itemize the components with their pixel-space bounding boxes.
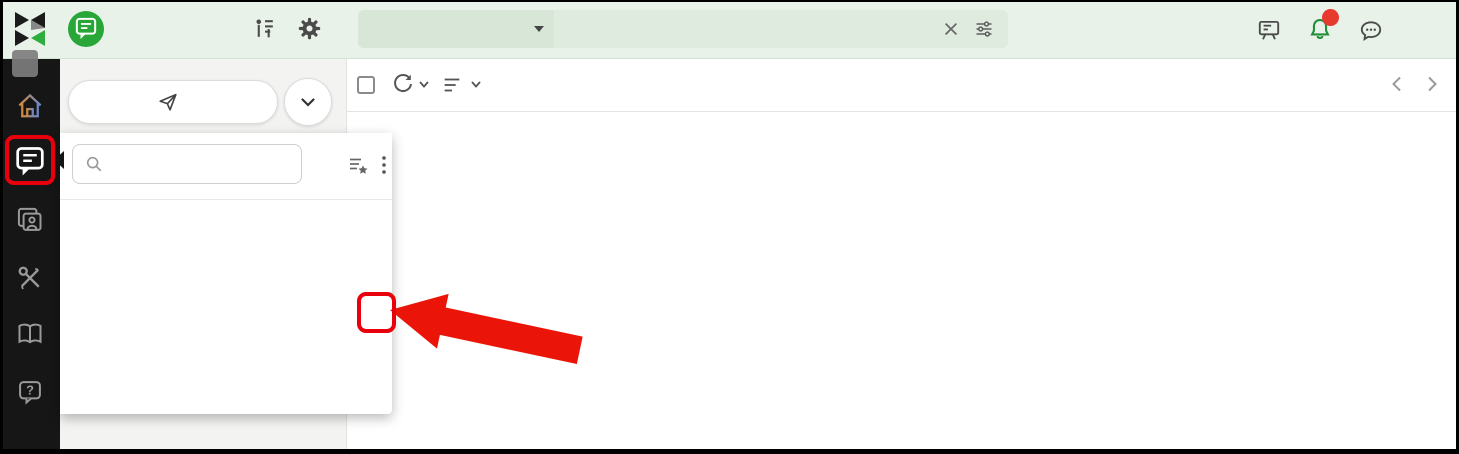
sidebar-item-contacts[interactable] <box>14 204 46 236</box>
sidebar-item-manual[interactable] <box>14 318 46 350</box>
inbox-scope-dropdown[interactable] <box>358 10 554 48</box>
chevron-down-icon[interactable] <box>419 81 429 88</box>
sidebar-item-portal[interactable] <box>14 90 46 122</box>
favorites-filter-icon[interactable] <box>348 155 368 180</box>
svg-text:?: ? <box>26 382 34 397</box>
chat-support-icon[interactable] <box>1358 18 1384 49</box>
current-inbox-icon <box>68 11 104 47</box>
sidebar-item-inbox[interactable] <box>14 146 46 178</box>
announcement-board-icon[interactable] <box>1256 17 1282 48</box>
inbox-switch-icon[interactable] <box>252 16 277 46</box>
notification-count-badge <box>1322 9 1339 26</box>
inbox-search-input[interactable] <box>113 155 277 174</box>
inbox-search-box[interactable] <box>72 144 302 184</box>
inbox-settings-gear-icon[interactable] <box>296 15 323 47</box>
select-all-checkbox[interactable] <box>357 76 375 94</box>
portal-tooltip <box>12 50 38 77</box>
next-page-icon[interactable] <box>1427 76 1438 97</box>
sidebar-item-help[interactable]: ? <box>14 376 46 408</box>
app-logo[interactable] <box>12 8 50 53</box>
search-filter-icon[interactable] <box>974 19 994 39</box>
clear-search-icon[interactable] <box>942 20 960 38</box>
inbox-drawer <box>60 133 392 414</box>
list-toolbar <box>347 58 1459 112</box>
email-list-pane <box>347 58 1459 454</box>
inbox-list-menu-icon[interactable] <box>380 154 388 181</box>
sort-order-icon[interactable] <box>441 74 463 96</box>
divider <box>60 199 392 200</box>
search-bar <box>358 10 1008 48</box>
chevron-down-icon <box>534 26 544 32</box>
compose-button[interactable] <box>68 80 278 124</box>
sidebar-item-tools[interactable] <box>14 262 46 294</box>
flyout-pointer <box>54 151 64 169</box>
chevron-down-icon[interactable] <box>471 81 481 88</box>
top-bar <box>0 0 1459 59</box>
search-input[interactable] <box>554 20 942 38</box>
sidebar-nav: ? <box>0 58 60 454</box>
refresh-icon[interactable] <box>391 72 415 96</box>
user-avatar[interactable] <box>1402 10 1440 48</box>
compose-more-button[interactable] <box>284 78 332 126</box>
prev-page-icon[interactable] <box>1391 76 1402 97</box>
